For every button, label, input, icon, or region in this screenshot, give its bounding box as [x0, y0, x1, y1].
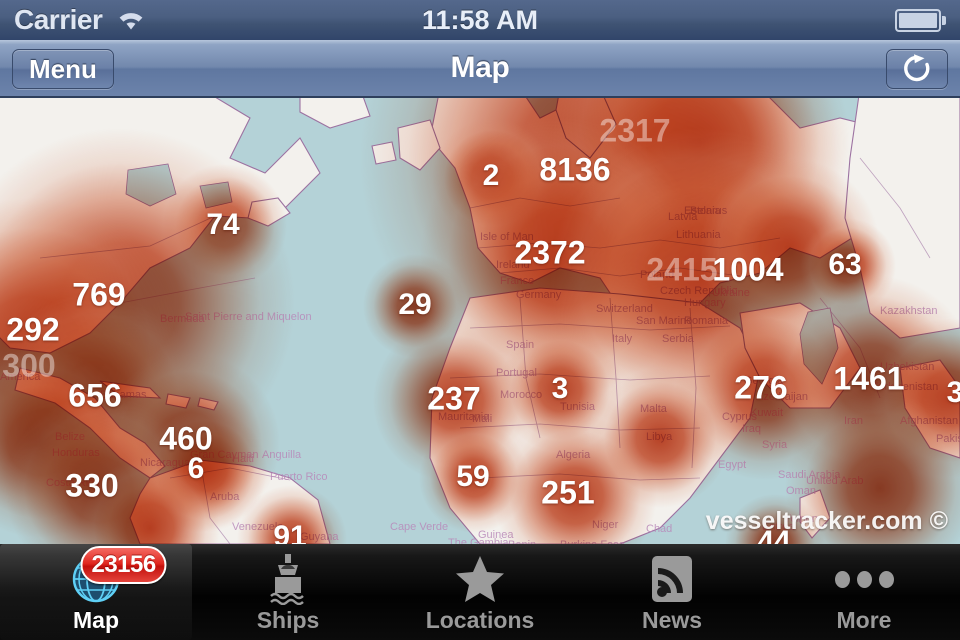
- refresh-icon: [904, 54, 930, 82]
- ship-icon: [256, 553, 320, 605]
- heat-blob: [237, 485, 347, 544]
- heat-blob: [163, 164, 287, 288]
- heat-blob: [5, 395, 195, 544]
- tab-map[interactable]: 23156 Map: [0, 544, 192, 640]
- wifi-icon: [116, 9, 146, 32]
- heat-blob: [80, 458, 220, 544]
- heat-blob: [100, 353, 280, 533]
- star-icon: [448, 553, 512, 605]
- nav-bar: Menu Map: [0, 40, 960, 98]
- heat-blob: [590, 368, 730, 508]
- tab-ships-label: Ships: [256, 607, 320, 633]
- map-area[interactable]: Bermuda America Bahamas Belize Honduras …: [0, 98, 960, 544]
- heat-blob: [870, 318, 960, 478]
- heat-blob: [550, 98, 850, 293]
- map-badge-count: 23156: [91, 551, 156, 578]
- heat-blob: [432, 118, 552, 238]
- tab-map-label: Map: [73, 607, 119, 633]
- menu-button[interactable]: Menu: [12, 49, 114, 89]
- tab-more-label: More: [836, 607, 892, 633]
- tab-more[interactable]: More: [768, 544, 960, 640]
- ellipsis-icon: [832, 553, 896, 605]
- carrier-label: Carrier: [14, 4, 103, 35]
- heat-blob: [498, 328, 622, 452]
- heat-blob: [143, 408, 267, 532]
- heat-blob: [363, 254, 467, 358]
- heat-blob: [0, 128, 295, 478]
- tab-ships[interactable]: Ships: [192, 544, 384, 640]
- heat-blob: [419, 423, 529, 533]
- heat-blob: [493, 414, 657, 544]
- battery-full-icon: [895, 8, 946, 32]
- status-bar: Carrier 11:58 AM: [0, 0, 960, 40]
- heat-blob: [767, 275, 960, 485]
- tab-news[interactable]: News: [576, 544, 768, 640]
- heat-blob: [785, 393, 960, 544]
- heat-blob: [675, 300, 855, 480]
- map-badge: 23156: [80, 546, 167, 584]
- tab-locations-label: Locations: [425, 607, 535, 633]
- heat-blob: [420, 118, 700, 398]
- refresh-button[interactable]: [886, 49, 948, 89]
- tab-locations[interactable]: Locations: [384, 544, 576, 640]
- heat-blob: [0, 293, 200, 503]
- heat-blob: [725, 494, 825, 544]
- page-title: Map: [450, 51, 510, 84]
- heat-blob: [700, 158, 880, 338]
- app-root: Carrier 11:58 AM Menu Map Bermuda Americ…: [0, 0, 960, 640]
- menu-button-label: Menu: [29, 53, 97, 84]
- tab-bar: 23156 Map Ships Locations News More: [0, 544, 960, 640]
- heat-blob: [550, 128, 850, 428]
- heat-layer: [0, 98, 960, 544]
- rss-icon: [640, 553, 704, 605]
- heat-blob: [0, 348, 135, 538]
- heat-blob: [373, 319, 537, 483]
- heat-blob: [360, 98, 840, 398]
- heat-blob: [0, 198, 180, 498]
- tab-news-label: News: [641, 607, 703, 633]
- heat-blob: [800, 218, 896, 314]
